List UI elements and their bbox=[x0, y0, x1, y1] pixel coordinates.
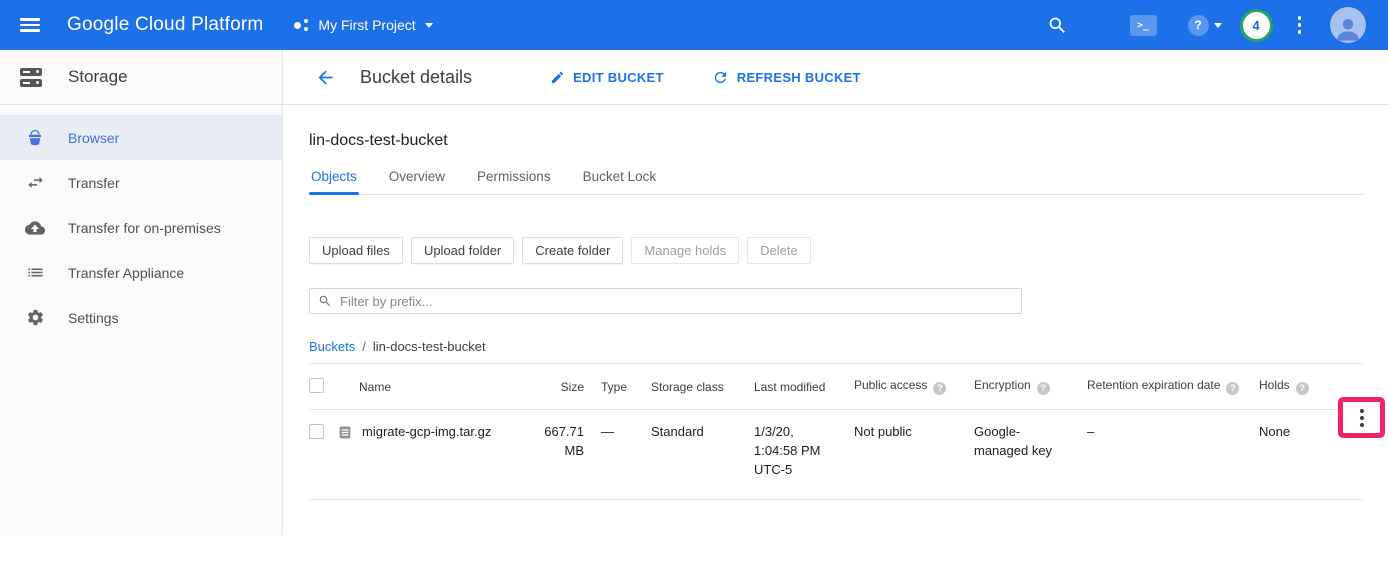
column-header-name[interactable]: Name bbox=[337, 380, 534, 394]
refresh-bucket-button[interactable]: REFRESH BUCKET bbox=[712, 69, 861, 86]
filter-by-prefix-input[interactable] bbox=[340, 294, 1013, 309]
notification-badge[interactable]: 4 bbox=[1243, 12, 1270, 39]
help-icon[interactable]: ? bbox=[1226, 382, 1239, 395]
file-icon bbox=[337, 424, 353, 441]
column-header-retention-expiration-date[interactable]: Retention expiration date? bbox=[1087, 378, 1259, 395]
select-all-checkbox[interactable] bbox=[309, 378, 324, 393]
object-last-modified: 1/3/20, 1:04:58 PM UTC-5 bbox=[754, 423, 854, 480]
upload-files-button[interactable]: Upload files bbox=[309, 237, 403, 264]
column-header-public-access[interactable]: Public access? bbox=[854, 378, 974, 395]
sidebar-item-label: Transfer Appliance bbox=[68, 265, 184, 281]
breadcrumb-buckets-link[interactable]: Buckets bbox=[309, 339, 355, 354]
bucket-details-content: lin-docs-test-bucket Objects Overview Pe… bbox=[283, 105, 1388, 500]
main-panel: Bucket details EDIT BUCKET REFRESH BUCKE… bbox=[283, 50, 1388, 535]
cloud-shell-icon[interactable]: >_ bbox=[1130, 15, 1157, 36]
object-type: — bbox=[584, 423, 651, 442]
gcp-brand-logo[interactable]: Google Cloud Platform bbox=[67, 14, 263, 36]
help-icon[interactable]: ? bbox=[1037, 382, 1050, 395]
sidebar-item-transfer-on-premises[interactable]: Transfer for on-premises bbox=[0, 205, 282, 250]
object-public-access: Not public bbox=[854, 423, 974, 442]
column-header-last-modified[interactable]: Last modified bbox=[754, 380, 854, 394]
edit-bucket-button[interactable]: EDIT BUCKET bbox=[550, 70, 664, 85]
bucket-name: lin-docs-test-bucket bbox=[309, 132, 1363, 150]
back-arrow-button[interactable] bbox=[315, 67, 336, 88]
sidebar-item-label: Transfer for on-premises bbox=[68, 220, 221, 236]
annotation-highlight-box bbox=[1338, 397, 1385, 438]
tab-bar: Objects Overview Permissions Bucket Lock bbox=[309, 165, 1363, 195]
app-body: Storage Browser Transfer Transfer for on… bbox=[0, 50, 1388, 535]
overflow-menu-icon[interactable] bbox=[1296, 14, 1304, 36]
appliance-list-icon bbox=[25, 263, 45, 282]
breadcrumb-current: lin-docs-test-bucket bbox=[373, 339, 486, 354]
sidebar: Storage Browser Transfer Transfer for on… bbox=[0, 50, 283, 535]
edit-bucket-label: EDIT BUCKET bbox=[573, 70, 664, 85]
tab-overview[interactable]: Overview bbox=[387, 165, 447, 194]
sidebar-item-transfer-appliance[interactable]: Transfer Appliance bbox=[0, 250, 282, 295]
column-header-storage-class[interactable]: Storage class bbox=[651, 380, 754, 394]
object-name-cell: migrate-gcp-img.tar.gz bbox=[337, 423, 534, 442]
page-title: Bucket details bbox=[360, 67, 472, 88]
upload-folder-button[interactable]: Upload folder bbox=[411, 237, 514, 264]
cloud-upload-icon bbox=[25, 218, 45, 238]
tab-permissions[interactable]: Permissions bbox=[475, 165, 553, 194]
row-checkbox[interactable] bbox=[309, 424, 324, 439]
table-header-row: Name Size Type Storage class Last modifi… bbox=[309, 364, 1363, 409]
avatar[interactable] bbox=[1330, 7, 1366, 43]
objects-table: Name Size Type Storage class Last modifi… bbox=[309, 363, 1363, 500]
chevron-down-icon bbox=[1214, 23, 1222, 28]
refresh-bucket-label: REFRESH BUCKET bbox=[737, 70, 861, 85]
breadcrumb-separator: / bbox=[362, 339, 366, 354]
help-icon[interactable]: ? bbox=[1296, 382, 1309, 395]
help-icon: ? bbox=[1188, 15, 1209, 36]
create-folder-button[interactable]: Create folder bbox=[522, 237, 623, 264]
project-name: My First Project bbox=[318, 17, 415, 33]
tab-objects[interactable]: Objects bbox=[309, 165, 359, 194]
breadcrumb: Buckets / lin-docs-test-bucket bbox=[309, 339, 1363, 354]
column-header-type[interactable]: Type bbox=[584, 380, 651, 394]
object-row-menu-button[interactable] bbox=[1358, 407, 1366, 429]
table-row: migrate-gcp-img.tar.gz 667.71 MB — Stand… bbox=[309, 410, 1363, 499]
sidebar-header: Storage bbox=[0, 50, 282, 105]
sidebar-item-label: Transfer bbox=[68, 175, 120, 191]
filter-box bbox=[309, 288, 1022, 314]
object-encryption: Google-managed key bbox=[974, 423, 1087, 461]
chevron-down-icon bbox=[425, 23, 433, 28]
sidebar-item-settings[interactable]: Settings bbox=[0, 295, 282, 340]
sidebar-item-label: Browser bbox=[68, 130, 119, 146]
storage-product-icon bbox=[20, 66, 42, 88]
sidebar-item-browser[interactable]: Browser bbox=[0, 115, 282, 160]
object-size: 667.71 MB bbox=[534, 423, 584, 461]
project-icon bbox=[294, 18, 309, 32]
page-header: Bucket details EDIT BUCKET REFRESH BUCKE… bbox=[283, 50, 1388, 105]
sidebar-item-transfer[interactable]: Transfer bbox=[0, 160, 282, 205]
sidebar-nav: Browser Transfer Transfer for on-premise… bbox=[0, 105, 282, 340]
column-header-holds[interactable]: Holds? bbox=[1259, 378, 1351, 395]
object-actions-toolbar: Upload files Upload folder Create folder… bbox=[309, 237, 1363, 264]
help-icon[interactable]: ? bbox=[933, 382, 946, 395]
menu-hamburger-icon[interactable] bbox=[20, 18, 40, 32]
topbar-actions: >_ ? 4 bbox=[1047, 7, 1367, 43]
column-header-encryption[interactable]: Encryption? bbox=[974, 378, 1087, 395]
sidebar-title: Storage bbox=[68, 67, 128, 87]
search-icon bbox=[318, 294, 332, 308]
object-name-link[interactable]: migrate-gcp-img.tar.gz bbox=[362, 423, 491, 442]
gear-icon bbox=[25, 308, 45, 327]
manage-holds-button: Manage holds bbox=[631, 237, 739, 264]
object-retention-expiration-date: – bbox=[1087, 423, 1259, 442]
object-storage-class: Standard bbox=[651, 423, 754, 442]
bucket-icon bbox=[25, 129, 45, 147]
topbar: Google Cloud Platform My First Project >… bbox=[0, 0, 1388, 50]
column-header-size[interactable]: Size bbox=[534, 380, 584, 394]
project-selector[interactable]: My First Project bbox=[294, 17, 432, 33]
search-icon[interactable] bbox=[1047, 15, 1068, 36]
refresh-icon bbox=[712, 69, 729, 86]
swap-arrows-icon bbox=[25, 173, 45, 192]
divider bbox=[309, 499, 1363, 500]
sidebar-item-label: Settings bbox=[68, 310, 119, 326]
tab-bucket-lock[interactable]: Bucket Lock bbox=[581, 165, 659, 194]
delete-button: Delete bbox=[747, 237, 811, 264]
pencil-icon bbox=[550, 70, 565, 85]
help-menu[interactable]: ? bbox=[1188, 15, 1222, 36]
